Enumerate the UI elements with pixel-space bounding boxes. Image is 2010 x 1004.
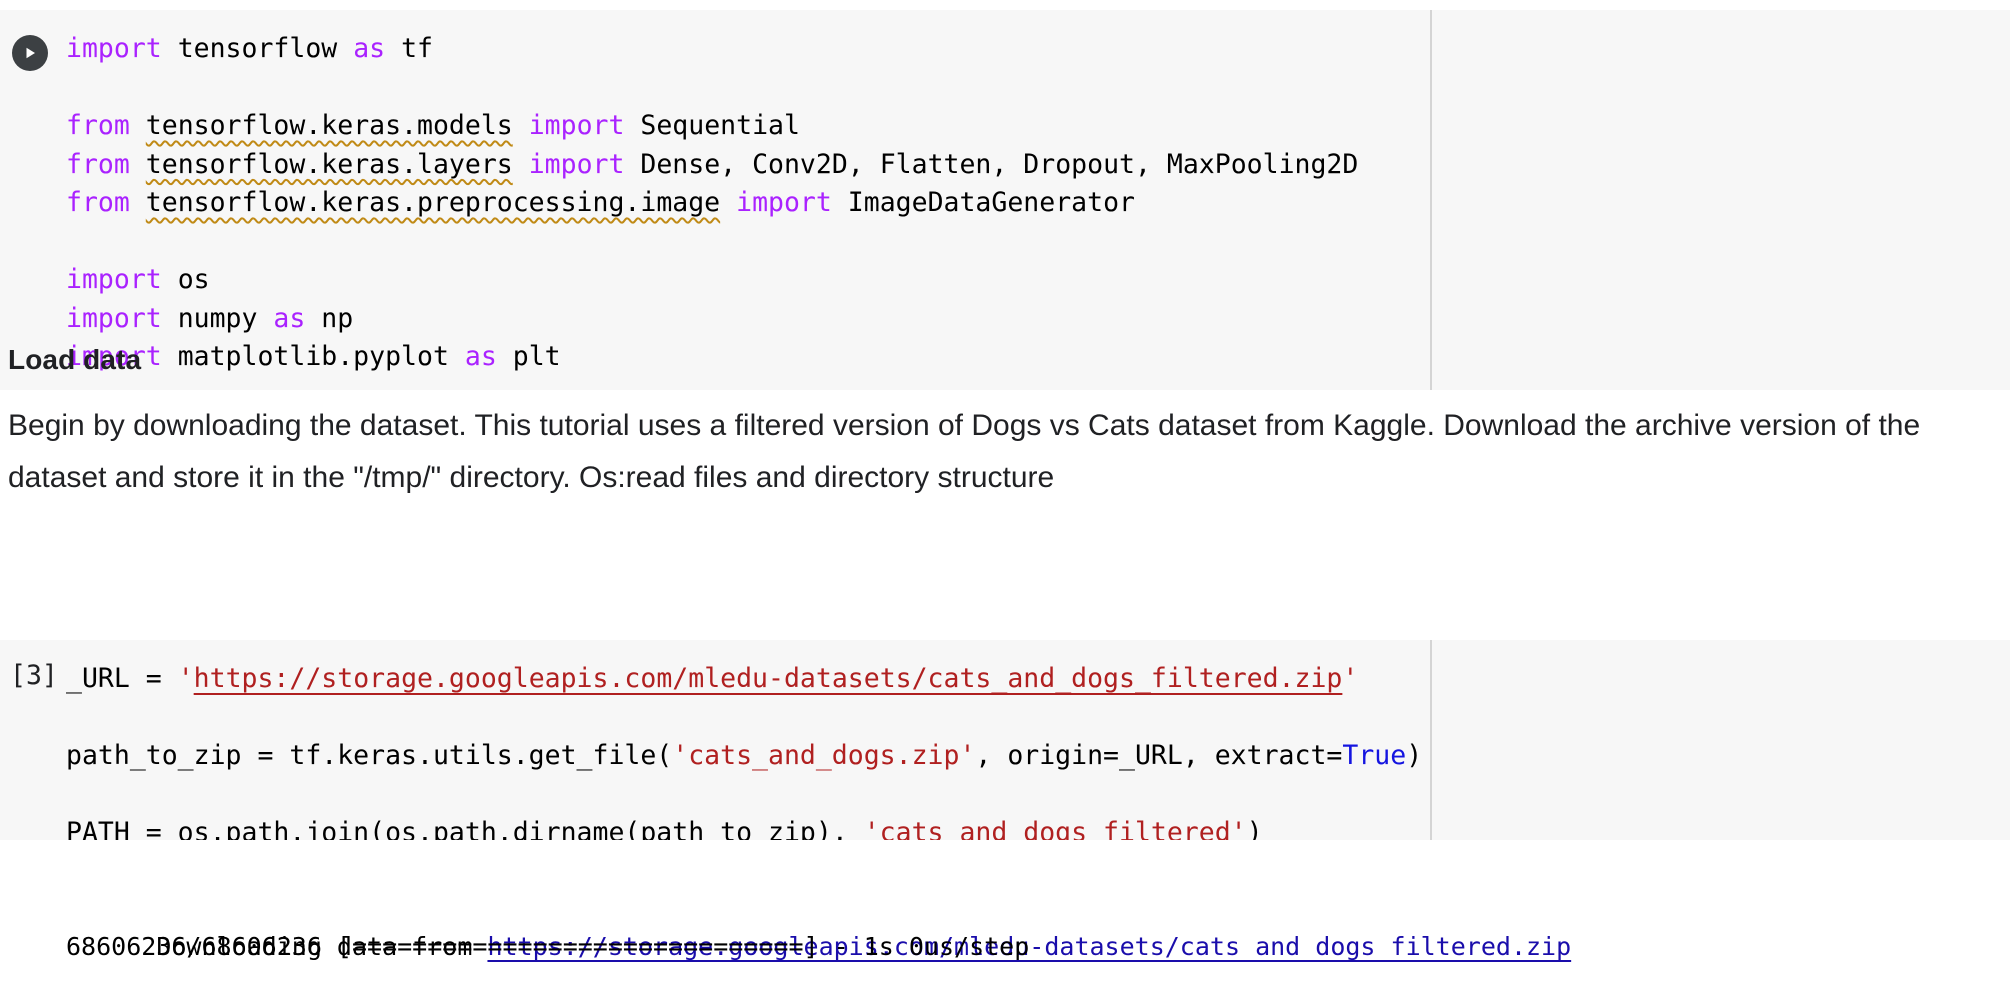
code-token: from xyxy=(66,149,146,180)
code-line: from tensorflow.keras.preprocessing.imag… xyxy=(66,184,1358,223)
code-token: import xyxy=(529,149,641,180)
code-token xyxy=(720,187,736,218)
code-token: np xyxy=(321,303,353,334)
code-token: ' xyxy=(1342,663,1358,694)
code-token xyxy=(513,149,529,180)
markdown-cell-load-data[interactable]: Load data Begin by downloading the datas… xyxy=(0,390,2010,640)
code-line: from tensorflow.keras.layers import Dens… xyxy=(66,146,1358,185)
code-token: ' xyxy=(178,663,194,694)
code-token: https://storage.googleapis.com/mledu-dat… xyxy=(194,663,1343,694)
code-token: as xyxy=(465,341,513,372)
code-token: from xyxy=(66,110,146,141)
code-token: import xyxy=(529,110,641,141)
code-token: ImageDataGenerator xyxy=(848,187,1135,218)
notebook-page: import tensorflow as tf from tensorflow.… xyxy=(0,0,2010,968)
cell-ruler-line xyxy=(1430,10,1432,390)
cell-ruler-line xyxy=(1430,640,1432,840)
code-token: , origin=_URL, extract= xyxy=(975,740,1342,771)
code-cell-imports[interactable]: import tensorflow as tf from tensorflow.… xyxy=(0,10,2010,390)
code-token: matplotlib.pyplot xyxy=(178,341,465,372)
run-cell-button[interactable] xyxy=(12,35,48,71)
code-line: import tensorflow as tf xyxy=(66,30,1358,69)
code-token xyxy=(513,110,529,141)
code-token: import xyxy=(66,303,178,334)
code-token: plt xyxy=(513,341,561,372)
cell-output-area: Downloading data from https://storage.go… xyxy=(0,840,2010,968)
code-token: tensorflow.keras.layers xyxy=(146,149,513,180)
code-line: _URL = 'https://storage.googleapis.com/m… xyxy=(66,660,1422,699)
code-token: tf xyxy=(401,33,433,64)
code-token: _URL = xyxy=(66,663,178,694)
code-cell-1-source[interactable]: import tensorflow as tf from tensorflow.… xyxy=(66,30,1358,377)
code-token: tensorflow xyxy=(178,33,354,64)
code-token: Dense, Conv2D, Flatten, Dropout, MaxPool… xyxy=(640,149,1358,180)
code-token: numpy xyxy=(178,303,274,334)
code-line xyxy=(66,699,1422,738)
code-token: path_to_zip = tf.keras.utils.get_file( xyxy=(66,740,672,771)
code-token: os xyxy=(178,264,210,295)
code-token: True xyxy=(1342,740,1406,771)
code-line: import matplotlib.pyplot as plt xyxy=(66,338,1358,377)
code-token: from xyxy=(66,187,146,218)
output-line-progress: 68606236/68606236 [=====================… xyxy=(66,928,1029,966)
code-line: path_to_zip = tf.keras.utils.get_file('c… xyxy=(66,737,1422,776)
code-cell-2-source[interactable]: _URL = 'https://storage.googleapis.com/m… xyxy=(66,660,1422,853)
code-token: tensorflow.keras.models xyxy=(146,110,513,141)
page-top-strip xyxy=(0,0,2010,10)
code-token: Sequential xyxy=(640,110,800,141)
code-token: as xyxy=(273,303,321,334)
code-cell-download-dataset[interactable]: [3] _URL = 'https://storage.googleapis.c… xyxy=(0,640,2010,840)
execution-count-badge: [3] xyxy=(10,660,58,691)
code-line: from tensorflow.keras.models import Sequ… xyxy=(66,107,1358,146)
code-line: import os xyxy=(66,261,1358,300)
code-line: import numpy as np xyxy=(66,300,1358,339)
code-token: import xyxy=(736,187,848,218)
code-token: 'cats_and_dogs.zip' xyxy=(672,740,975,771)
code-token: as xyxy=(353,33,401,64)
play-icon xyxy=(22,45,38,61)
code-token: ) xyxy=(1406,740,1422,771)
code-line xyxy=(66,69,1358,108)
code-line xyxy=(66,223,1358,262)
section-heading-load-data: Load data xyxy=(8,344,141,376)
code-token: import xyxy=(66,264,178,295)
code-line xyxy=(66,776,1422,815)
code-token: tensorflow.keras.preprocessing.image xyxy=(146,187,720,218)
section-paragraph-load-data: Begin by downloading the dataset. This t… xyxy=(8,400,1998,504)
code-token: import xyxy=(66,33,178,64)
